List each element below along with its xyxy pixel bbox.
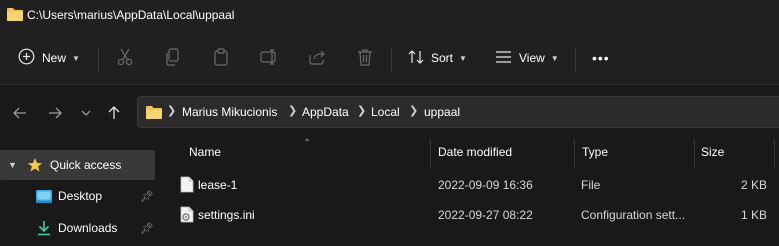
share-icon[interactable] — [307, 47, 327, 67]
breadcrumb-item[interactable]: Local — [371, 105, 400, 119]
plus-circle-icon — [18, 48, 35, 68]
toolbar-divider — [391, 48, 392, 72]
file-date-modified: 2022-09-09 16:36 — [438, 178, 533, 192]
sort-button-label: Sort — [431, 51, 454, 65]
file-date-modified: 2022-09-27 08:22 — [438, 208, 533, 222]
chevron-down-icon: ▼ — [72, 53, 80, 63]
sort-icon — [408, 49, 424, 68]
sort-caret-icon: ⌃ — [303, 138, 312, 149]
folder-icon — [146, 105, 162, 122]
folder-icon — [7, 7, 23, 24]
file-name: settings.ini — [198, 208, 255, 222]
column-divider[interactable] — [430, 140, 431, 168]
column-headers: ⌃ Name Date modified Type Size — [160, 138, 779, 168]
chevron-down-icon: ▼ — [550, 53, 559, 63]
toolbar-divider — [98, 48, 99, 72]
column-divider[interactable] — [774, 140, 775, 168]
pin-icon[interactable]: 📌︎ — [140, 190, 154, 203]
sidebar-item-label: Desktop — [58, 189, 103, 203]
chevron-down-icon: ▼ — [459, 53, 467, 63]
breadcrumb-chevron-icon[interactable]: ❯ — [167, 104, 176, 117]
expand-chevron-icon[interactable]: ▼ — [8, 160, 17, 170]
view-button-label: View — [519, 51, 545, 65]
table-row[interactable]: lease-1 2022-09-09 16:36 File 2 KB — [170, 170, 779, 200]
command-bar: New ▼ Sort ▼ View ▼ ••• — [0, 32, 779, 84]
sidebar-item-label: Downloads — [58, 221, 118, 235]
more-options-button[interactable]: ••• — [592, 44, 610, 72]
address-row: ❯ Marius Mikucionis ❯ AppData ❯ Local ❯ … — [0, 84, 779, 140]
column-header-name[interactable]: Name — [189, 145, 221, 159]
table-row[interactable]: settings.ini 2022-09-27 08:22 Configurat… — [170, 200, 779, 230]
breadcrumb-item[interactable]: uppaal — [424, 105, 460, 119]
file-size: 1 KB — [740, 208, 767, 222]
column-header-date[interactable]: Date modified — [438, 145, 512, 159]
file-type: Configuration sett... — [581, 208, 686, 222]
breadcrumb-chevron-icon[interactable]: ❯ — [288, 104, 297, 117]
new-button-label: New — [42, 51, 67, 65]
more-icon: ••• — [592, 50, 610, 66]
file-list: ⌃ Name Date modified Type Size lease-1 2… — [160, 138, 779, 246]
file-name: lease-1 — [198, 178, 238, 192]
download-icon — [36, 220, 52, 236]
star-icon — [27, 157, 43, 173]
column-divider[interactable] — [574, 140, 575, 168]
window-title: C:\Users\marius\AppData\Local\uppaal — [27, 8, 235, 22]
cut-icon[interactable] — [115, 47, 135, 67]
breadcrumb-item[interactable]: Marius Mikucionis — [182, 105, 277, 119]
view-list-icon — [495, 50, 512, 67]
rename-icon[interactable] — [259, 47, 279, 67]
copy-icon[interactable] — [163, 47, 183, 67]
forward-arrow-icon[interactable] — [45, 103, 65, 123]
sidebar-item-label: Quick access — [50, 158, 122, 172]
settings-file-icon — [180, 206, 194, 223]
pin-icon[interactable]: 📌︎ — [140, 222, 154, 235]
recent-locations-chevron-icon[interactable] — [76, 103, 96, 123]
back-arrow-icon[interactable] — [10, 103, 30, 123]
breadcrumb-chevron-icon[interactable]: ❯ — [357, 104, 366, 117]
file-icon — [180, 176, 194, 193]
address-bar[interactable]: ❯ Marius Mikucionis ❯ AppData ❯ Local ❯ … — [137, 96, 779, 128]
sidebar-item-downloads[interactable]: Downloads 📌︎ — [0, 213, 155, 243]
breadcrumb-chevron-icon[interactable]: ❯ — [409, 104, 418, 117]
paste-icon[interactable] — [211, 47, 231, 67]
sort-button[interactable]: Sort ▼ — [408, 44, 467, 72]
toolbar-divider — [575, 48, 576, 72]
navigation-pane: ▼ Quick access Desktop 📌︎ Downloads 📌︎ — [0, 140, 160, 246]
file-type: File — [581, 178, 601, 192]
view-button[interactable]: View ▼ — [495, 44, 559, 72]
file-size: 2 KB — [740, 178, 767, 192]
column-divider[interactable] — [694, 140, 695, 168]
title-bar: C:\Users\marius\AppData\Local\uppaal — [0, 0, 779, 32]
breadcrumb-item[interactable]: AppData — [302, 105, 349, 119]
sidebar-item-quick-access[interactable]: ▼ Quick access — [0, 150, 155, 180]
column-header-size[interactable]: Size — [701, 145, 724, 159]
up-arrow-icon[interactable] — [104, 103, 124, 123]
column-header-type[interactable]: Type — [582, 145, 608, 159]
new-button[interactable]: New ▼ — [18, 44, 80, 72]
sidebar-item-desktop[interactable]: Desktop 📌︎ — [0, 181, 155, 211]
desktop-icon — [36, 188, 52, 204]
delete-icon[interactable] — [355, 47, 375, 67]
